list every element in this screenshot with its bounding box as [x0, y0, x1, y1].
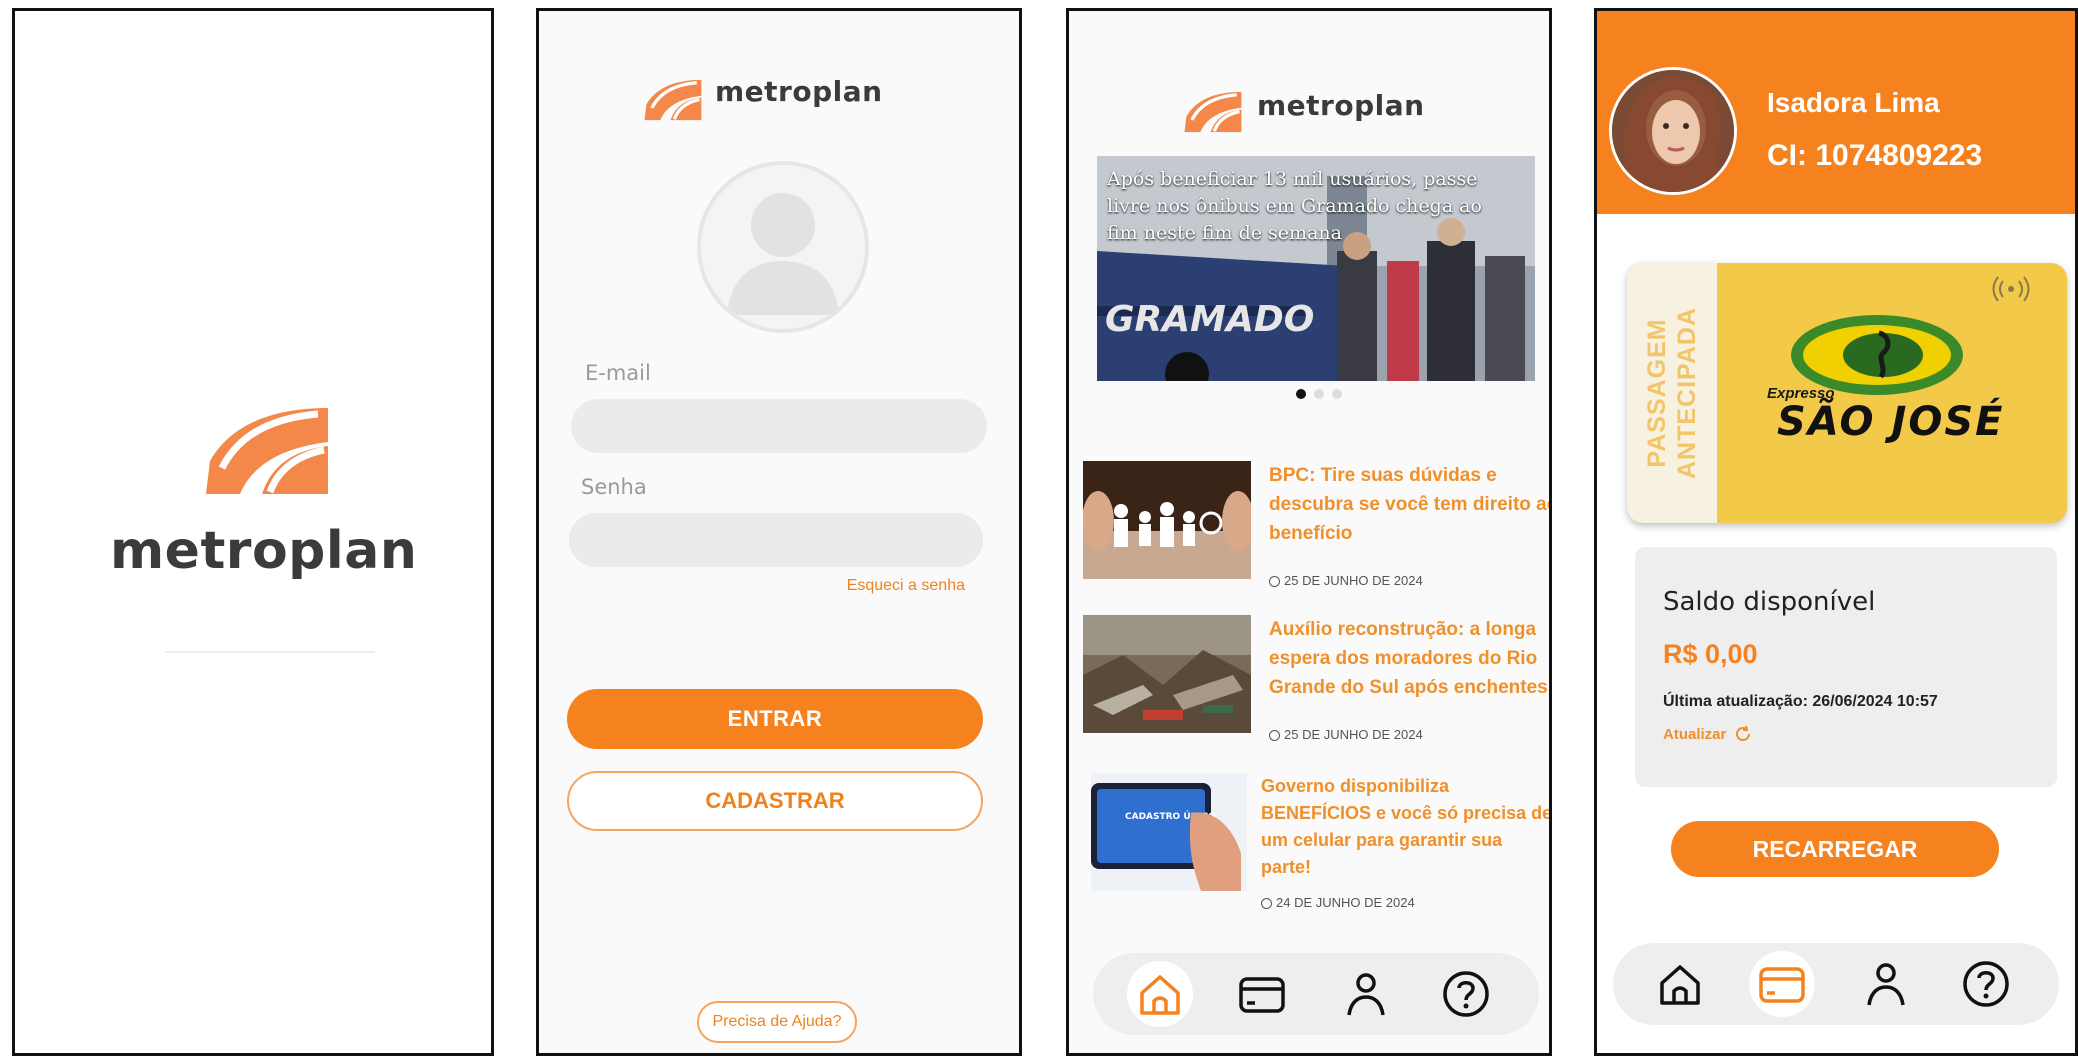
card-icon	[1239, 977, 1285, 1013]
card-type-line-2: ANTECIPADA	[1673, 306, 1701, 480]
news-title[interactable]: Governo disponibiliza BENEFÍCIOS e você …	[1261, 773, 1549, 881]
clock-icon	[1261, 898, 1272, 909]
card-type-line-1: PASSAGEM	[1643, 318, 1671, 468]
card-brand-name: SÃO JOSÉ	[1777, 399, 2005, 445]
news-date: 24 DE JUNHO DE 2024	[1261, 895, 1415, 910]
email-label: E-mail	[585, 361, 651, 385]
nav-home-button[interactable]	[1647, 951, 1713, 1017]
password-field[interactable]	[569, 513, 983, 567]
login-screen: metroplan E-mail Senha Esqueci a senha E…	[536, 8, 1022, 1056]
bottom-nav	[1613, 943, 2059, 1025]
news-date: 25 DE JUNHO DE 2024	[1269, 573, 1423, 588]
news-carousel-slide[interactable]: GRAMADO Após beneficiar 13 mil usuários,…	[1097, 156, 1535, 381]
news-title[interactable]: BPC: Tire suas dúvidas e descubra se voc…	[1269, 461, 1549, 548]
carousel-dot[interactable]	[1296, 389, 1306, 399]
register-button[interactable]: CADASTRAR	[567, 771, 983, 831]
news-item[interactable]: CADASTRO ÚNICO Governo disponibiliza BEN…	[1083, 773, 1549, 910]
news-title[interactable]: Auxílio reconstrução: a longa espera dos…	[1269, 615, 1549, 702]
brand-wordmark: metroplan	[110, 521, 418, 581]
recharge-button[interactable]: RECARREGAR	[1671, 821, 1999, 877]
transport-card[interactable]: PASSAGEM ANTECIPADA Expresso SÃO JOSÉ	[1627, 263, 2067, 523]
brand-wordmark: metroplan	[715, 75, 883, 108]
avatar-placeholder-icon[interactable]	[697, 161, 869, 333]
clock-icon	[1269, 730, 1280, 741]
clock-icon	[1269, 576, 1280, 587]
email-field[interactable]	[571, 399, 987, 453]
profile-header: Isadora Lima CI: 1074809223	[1597, 11, 2075, 214]
wallet-screen: Isadora Lima CI: 1074809223 PASSAGEM ANT…	[1594, 8, 2078, 1056]
nav-card-button[interactable]	[1749, 951, 1815, 1017]
user-ci: CI: 1074809223	[1767, 139, 1983, 172]
news-date: 25 DE JUNHO DE 2024	[1269, 727, 1423, 742]
bus-sign: GRAMADO	[1105, 299, 1314, 340]
balance-value: R$ 0,00	[1663, 639, 1758, 669]
user-icon	[1867, 963, 1905, 1006]
card-type-label: PASSAGEM ANTECIPADA	[1642, 307, 1702, 479]
paper-family-icon	[1083, 461, 1251, 579]
nav-profile-button[interactable]	[1333, 961, 1399, 1027]
contactless-icon	[1992, 276, 2030, 302]
news-date-text: 25 DE JUNHO DE 2024	[1284, 573, 1423, 588]
nav-home-button[interactable]	[1127, 961, 1193, 1027]
password-label: Senha	[581, 475, 647, 499]
help-icon	[1443, 971, 1489, 1017]
flood-debris-icon	[1083, 615, 1251, 733]
card-side-band: PASSAGEM ANTECIPADA	[1627, 263, 1717, 523]
metroplan-logo-icon	[644, 79, 702, 121]
user-icon	[1347, 973, 1385, 1016]
avatar[interactable]	[1609, 67, 1737, 195]
brand-wordmark: metroplan	[1257, 89, 1425, 122]
news-item[interactable]: BPC: Tire suas dúvidas e descubra se voc…	[1083, 461, 1549, 591]
carousel-dots	[1069, 389, 1549, 399]
refresh-label: Atualizar	[1663, 725, 1727, 743]
login-button[interactable]: ENTRAR	[567, 689, 983, 749]
hero-caption: Após beneficiar 13 mil usuários, passe l…	[1107, 168, 1482, 244]
carousel-dot[interactable]	[1314, 389, 1324, 399]
news-date-text: 24 DE JUNHO DE 2024	[1276, 895, 1415, 910]
card-icon	[1759, 967, 1805, 1003]
help-button[interactable]: Precisa de Ajuda?	[697, 1001, 857, 1043]
balance-title: Saldo disponível	[1663, 587, 1876, 617]
carousel-dot[interactable]	[1332, 389, 1342, 399]
news-screen: metroplan GRAMADO Após beneficiar 13 mil…	[1066, 8, 1552, 1056]
splash-screen: metroplan	[12, 8, 494, 1056]
nav-profile-button[interactable]	[1853, 951, 1919, 1017]
nav-card-button[interactable]	[1229, 961, 1295, 1027]
balance-panel: Saldo disponível R$ 0,00 Última atualiza…	[1635, 547, 2057, 787]
home-icon	[1140, 975, 1180, 1015]
refresh-icon	[1736, 725, 1751, 741]
phone-cadastro-icon: CADASTRO ÚNICO	[1091, 773, 1247, 891]
last-update-text: Última atualização: 26/06/2024 10:57	[1663, 693, 1938, 710]
nav-help-button[interactable]	[1433, 961, 1499, 1027]
bottom-nav	[1093, 953, 1539, 1035]
user-name: Isadora Lima	[1767, 87, 1940, 118]
news-item[interactable]: Auxílio reconstrução: a longa espera dos…	[1083, 615, 1549, 745]
refresh-link[interactable]: Atualizar	[1663, 725, 1752, 743]
news-date-text: 25 DE JUNHO DE 2024	[1284, 727, 1423, 742]
forgot-password-link[interactable]: Esqueci a senha	[847, 577, 965, 595]
metroplan-logo-icon	[1184, 91, 1242, 133]
divider	[165, 651, 375, 653]
nav-help-button[interactable]	[1953, 951, 2019, 1017]
help-icon	[1963, 961, 2009, 1007]
metroplan-logo-icon	[206, 408, 328, 494]
home-icon	[1660, 965, 1700, 1005]
